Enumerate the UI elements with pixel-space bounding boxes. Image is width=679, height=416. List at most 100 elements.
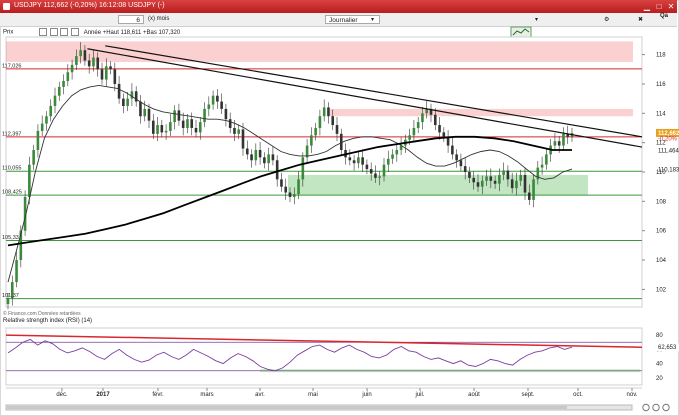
price-level-label: 105,33 xyxy=(2,235,19,241)
x-tick-label: nov. xyxy=(627,392,638,398)
y-tick-label: 118 xyxy=(656,53,666,59)
candle-body xyxy=(198,122,202,133)
y-tick-label: 114 xyxy=(656,111,666,117)
candle-body xyxy=(160,125,164,133)
candle-body xyxy=(540,164,544,168)
candle-body xyxy=(143,108,147,117)
candle-body xyxy=(258,149,262,158)
candle-body xyxy=(480,180,484,187)
candle-body xyxy=(177,110,181,121)
candle-body xyxy=(408,135,411,140)
candle-body xyxy=(130,91,134,99)
candle-body xyxy=(271,154,275,161)
x-tick-label: juin xyxy=(361,392,371,398)
candle-body xyxy=(87,60,91,67)
candle-body xyxy=(365,164,369,170)
candle-body xyxy=(391,154,394,159)
resistance-zone xyxy=(6,41,633,62)
candle-body xyxy=(498,174,501,184)
candle-body xyxy=(301,157,305,180)
candle-body xyxy=(395,149,399,155)
candle-body xyxy=(109,66,112,70)
candle-body xyxy=(40,123,44,131)
candle-body xyxy=(169,122,172,131)
zoom-out-icon[interactable] xyxy=(642,403,650,412)
candle-body xyxy=(45,116,48,124)
candle-body xyxy=(254,149,258,161)
candle-body xyxy=(357,157,360,164)
candle-body xyxy=(15,260,18,283)
candle-body xyxy=(506,170,510,180)
candle-body xyxy=(220,101,223,109)
zoom-in-icon[interactable] xyxy=(652,403,660,412)
candle-body xyxy=(519,174,523,181)
candle-body xyxy=(532,179,535,200)
candle-body xyxy=(433,114,437,126)
candle-body xyxy=(438,125,441,133)
x-tick-label: déc. xyxy=(56,392,68,398)
candle-body xyxy=(75,56,78,65)
price-level-label: 112,397 xyxy=(2,131,21,137)
candle-body xyxy=(83,50,87,61)
candle-body xyxy=(322,107,326,117)
candle-body xyxy=(194,127,198,133)
candle-body xyxy=(335,125,339,134)
candle-body xyxy=(241,129,245,149)
candle-body xyxy=(416,122,420,128)
candle-body xyxy=(211,95,215,105)
x-tick-label: juil. xyxy=(414,392,424,398)
candle-body xyxy=(361,157,364,165)
price-level-label: 101,37 xyxy=(2,293,19,299)
candle-body xyxy=(455,154,458,161)
candle-body xyxy=(292,194,296,197)
x-tick-label: août xyxy=(468,392,480,398)
candle-body xyxy=(181,120,185,128)
axis-value-label: 110,183 xyxy=(658,167,679,173)
candle-body xyxy=(36,130,40,150)
candle-body xyxy=(476,182,480,187)
candle-body xyxy=(49,105,53,117)
candle-body xyxy=(284,186,288,193)
candle-body xyxy=(485,176,488,181)
y-tick-label: 116 xyxy=(656,82,666,88)
y-tick-label: 102 xyxy=(656,287,667,293)
candle-body xyxy=(468,172,471,178)
candle-body xyxy=(472,177,476,183)
candle-body xyxy=(297,179,300,195)
candle-body xyxy=(327,107,330,117)
candle-body xyxy=(412,127,416,136)
candle-body xyxy=(57,86,61,96)
candle-body xyxy=(164,130,168,133)
y-tick-label: 104 xyxy=(656,258,667,264)
candle-body xyxy=(510,179,514,189)
candle-body xyxy=(147,108,151,121)
candle-body xyxy=(527,192,531,200)
candle-body xyxy=(62,81,65,87)
candle-body xyxy=(442,132,446,137)
rsi-y-tick-label: 20 xyxy=(656,376,663,382)
candle-body xyxy=(237,129,241,134)
candle-body xyxy=(224,108,228,120)
x-tick-label: févr. xyxy=(152,392,164,398)
candle-body xyxy=(382,164,386,177)
candle-body xyxy=(104,66,108,80)
candle-body xyxy=(310,135,313,146)
candle-body xyxy=(386,158,390,165)
candle-body xyxy=(28,164,31,197)
candle-body xyxy=(378,176,382,178)
chart-svg: 102104106108110112114116118117,026112,39… xyxy=(2,36,679,412)
fit-icon[interactable] xyxy=(662,403,670,412)
candle-body xyxy=(156,125,159,134)
candle-body xyxy=(122,98,125,106)
x-tick-label: sept. xyxy=(521,392,534,398)
price-level-label: 108,425 xyxy=(2,190,22,196)
y-tick-label: 106 xyxy=(656,229,667,235)
candle-body xyxy=(545,154,548,165)
candle-body xyxy=(369,169,373,174)
rsi-support-zone xyxy=(260,369,640,373)
candle-body xyxy=(117,83,121,99)
candle-body xyxy=(263,157,266,164)
rsi-y-tick-label: 80 xyxy=(656,333,663,339)
candle-body xyxy=(314,127,317,136)
candle-body xyxy=(92,57,95,67)
